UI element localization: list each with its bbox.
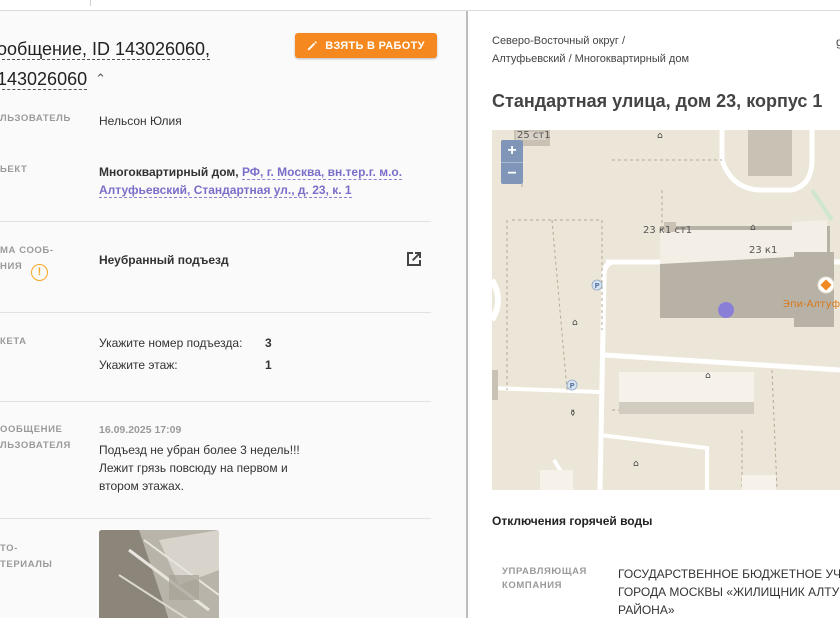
- svg-text:⌂: ⌂: [633, 459, 639, 469]
- take-to-work-label: ВЗЯТЬ В РАБОТУ: [325, 39, 425, 52]
- mc-value-line: ГОСУДАРСТВЕННОЕ БЮДЖЕТНОЕ УЧР: [618, 567, 840, 581]
- ticket-panel: ообщение, ID 143026060, 143026060 ⌃ ВЗЯТЬ…: [0, 11, 466, 618]
- photo-label: ТО- ТЕРИАЛЫ: [0, 541, 52, 573]
- mc-value-line: ГОРОДА МОСКВЫ «ЖИЛИЩНИК АЛТУ: [618, 585, 840, 599]
- object-label: ЬЕКТ: [0, 164, 28, 175]
- external-link-icon[interactable]: [404, 249, 424, 269]
- svg-text:⌂: ⌂: [705, 371, 711, 381]
- zoom-control: + −: [501, 140, 523, 184]
- survey-answer: 3: [265, 336, 272, 350]
- mc-label-line: КОМПАНИЯ: [502, 580, 563, 591]
- message-line: втором этажах.: [99, 479, 185, 493]
- zoom-in-button[interactable]: +: [501, 140, 523, 162]
- divider: [0, 312, 431, 313]
- user-label: ЛЬЗОВАТЕЛЬ: [0, 113, 71, 124]
- topic-value: Неубранный подъезд: [99, 253, 229, 267]
- zoom-out-button[interactable]: −: [501, 162, 523, 185]
- map-canvas: ⌂ ⌂ ⌂ ⌂ ⌂ ⚱ P P 25 ст1 23 к1 ст1 23 к1 Э…: [492, 130, 840, 490]
- photo-thumbnail[interactable]: [99, 530, 219, 618]
- survey-label: КЕТА: [0, 336, 27, 347]
- object-value: Многоквартирный дом, РФ, г. Москва, вн.т…: [99, 163, 419, 199]
- parking-icon: P: [595, 282, 600, 290]
- breadcrumb: Северо-Восточный округ / Алтуфьевский / …: [492, 32, 689, 68]
- svg-text:⌂: ⌂: [572, 318, 578, 328]
- pencil-icon: [308, 41, 318, 51]
- map-building-label: 23 к1 ст1: [643, 225, 692, 236]
- ticket-title-line2: 143026060: [0, 69, 88, 90]
- divider: [0, 518, 431, 519]
- divider: [0, 221, 431, 222]
- object-panel: Северо-Восточный округ / Алтуфьевский / …: [468, 11, 840, 618]
- mc-label-line: УПРАВЛЯЮЩАЯ: [502, 566, 587, 577]
- message-line: Лежит грязь повсюду на первом и: [99, 461, 288, 475]
- svg-text:⌂: ⌂: [657, 131, 663, 141]
- survey-question: Укажите номер подъезда:: [99, 336, 243, 350]
- management-company-label: УПРАВЛЯЮЩАЯ КОМПАНИЯ: [502, 565, 587, 593]
- message-label-line2: ЛЬЗОВАТЕЛЯ: [0, 440, 71, 451]
- message-label: ООБЩЕНИЕ ЛЬЗОВАТЕЛЯ: [0, 422, 71, 454]
- divider: [0, 401, 431, 402]
- management-company-value: ГОСУДАРСТВЕННОЕ БЮДЖЕТНОЕ УЧР ГОРОДА МОС…: [618, 565, 840, 618]
- breadcrumb-line: Северо-Восточный округ /: [492, 35, 626, 47]
- ticket-title-line1: ообщение, ID 143026060,: [0, 39, 211, 60]
- top-toolbar-strip: [0, 0, 840, 11]
- photo-label-line1: ТО-: [0, 543, 18, 554]
- topic-label-line1: МА СООБ-: [0, 245, 54, 256]
- topic-label-line2: НИЯ: [0, 261, 23, 272]
- svg-text:⌂: ⌂: [750, 223, 756, 233]
- message-text: Подъезд не убран более 3 недель!!! Лежит…: [99, 441, 319, 495]
- user-value: Нельсон Юлия: [99, 114, 182, 128]
- message-line: Подъезд не убран более 3 недель!!!: [99, 443, 300, 457]
- truncated-glyph: g: [836, 35, 840, 49]
- map-poi-label: Эпи-Алтуф: [783, 299, 840, 310]
- object-type: Многоквартирный дом,: [99, 165, 239, 179]
- ticket-title: ообщение, ID 143026060, 143026060 ⌃: [0, 35, 287, 94]
- message-datetime: 16.09.2025 17:09: [99, 424, 182, 436]
- parking-icon: P: [570, 382, 575, 390]
- map[interactable]: ⌂ ⌂ ⌂ ⌂ ⌂ ⚱ P P 25 ст1 23 к1 ст1 23 к1 Э…: [492, 130, 840, 490]
- photo-label-line2: ТЕРИАЛЫ: [0, 559, 53, 570]
- photo-image: [99, 530, 219, 618]
- take-to-work-button[interactable]: ВЗЯТЬ В РАБОТУ: [295, 33, 437, 58]
- location-marker[interactable]: [718, 302, 734, 318]
- breadcrumb-line: Алтуфьевский / Многоквартирный дом: [492, 53, 690, 65]
- map-building-label: 23 к1: [749, 245, 777, 256]
- survey-answer: 1: [265, 358, 272, 372]
- mc-value-line: РАЙОНА»: [618, 603, 675, 617]
- object-title: Стандартная улица, дом 23, корпус 1: [492, 91, 823, 111]
- hot-water-outages-heading: Отключения горячей воды: [492, 514, 653, 528]
- warning-icon: !: [31, 264, 48, 281]
- survey-question: Укажите этаж:: [99, 358, 178, 372]
- svg-text:⚱: ⚱: [569, 409, 577, 419]
- chevron-up-icon[interactable]: ⌃: [95, 64, 106, 93]
- message-label-line1: ООБЩЕНИЕ: [0, 424, 63, 435]
